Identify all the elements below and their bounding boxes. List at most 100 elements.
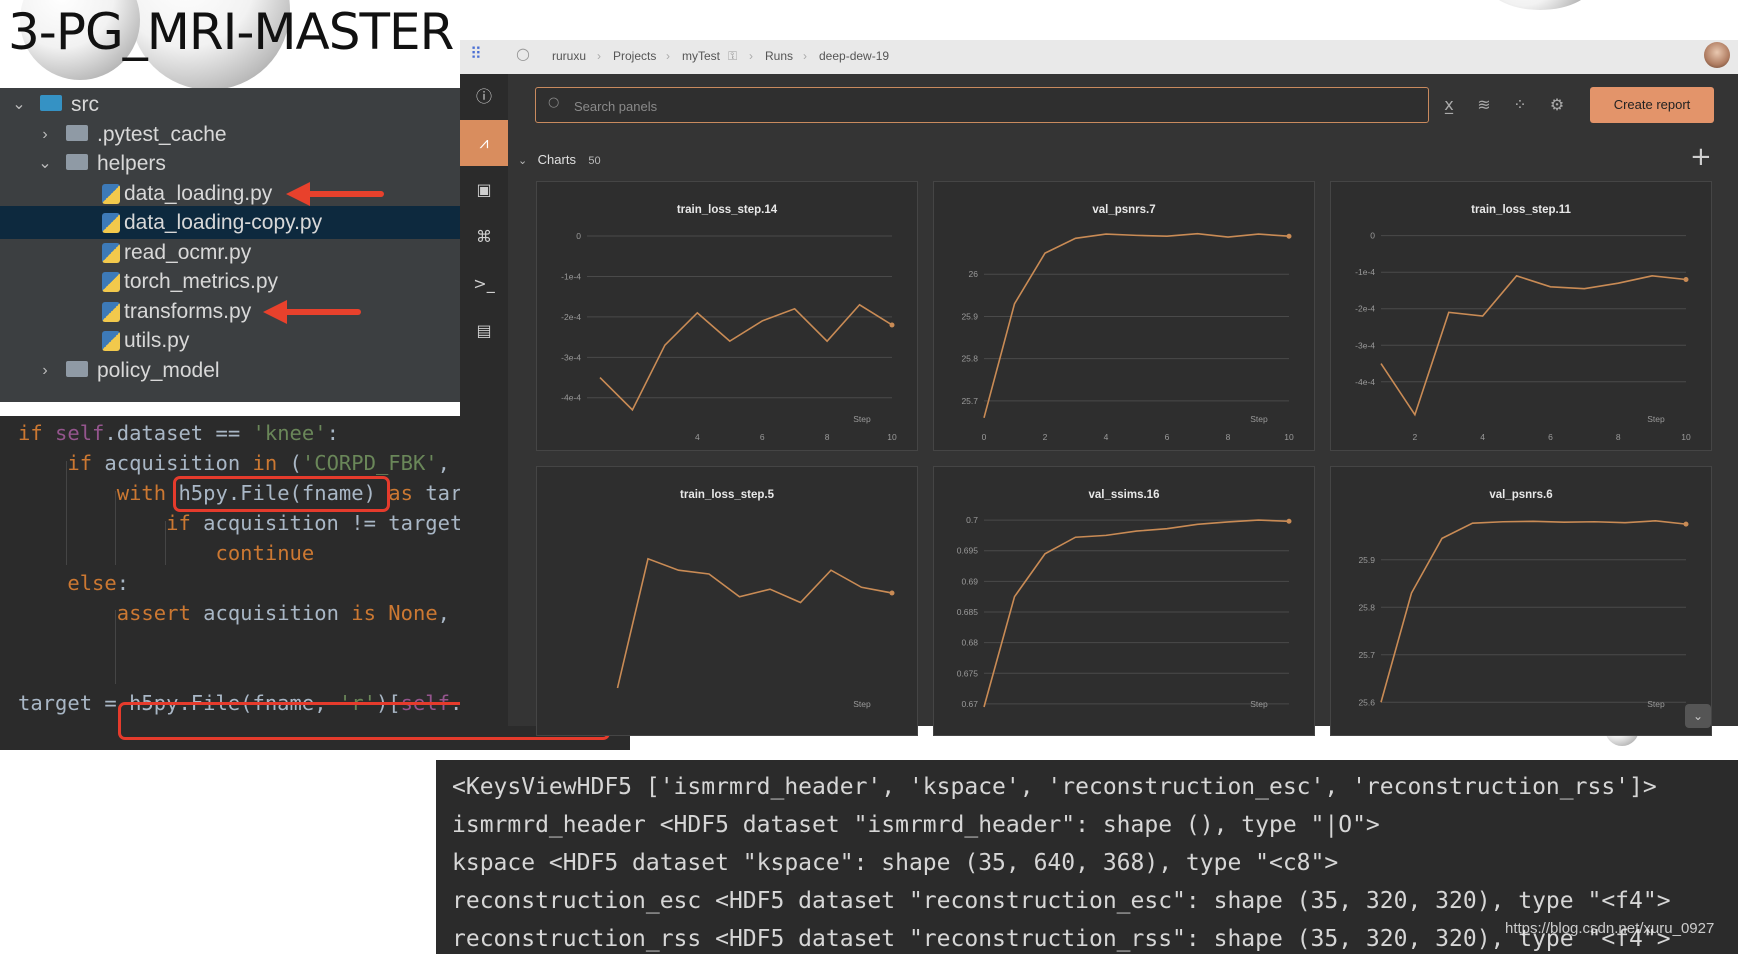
series-line	[616, 557, 893, 689]
y-tick-label: 25.6	[1358, 697, 1375, 707]
charts-section-label: Charts	[537, 152, 576, 167]
chart-plot: 0 -1e-4 -2e-4 -3e-4 -4e-4 4 6 8 10 Step	[561, 231, 897, 442]
search-icon[interactable]: ○	[516, 44, 530, 63]
search-panels-input[interactable]	[572, 94, 1376, 118]
code-token: 'knee'	[252, 421, 327, 445]
x-tick-label: 2	[1413, 432, 1418, 442]
y-tick-label: -3e-4	[1355, 340, 1375, 350]
scroll-down-icon[interactable]: ⌄	[1685, 704, 1711, 728]
y-tick-label: 25.8	[1358, 602, 1375, 612]
breadcrumb-item[interactable]: ruruxu	[552, 49, 586, 63]
create-report-button[interactable]: Create report	[1590, 87, 1714, 123]
x-tick-label: 8	[1616, 432, 1621, 442]
files-icon[interactable]: ▤	[460, 308, 508, 354]
code-token: in	[252, 451, 290, 475]
x-axis-label: Step	[1647, 699, 1665, 709]
tree-item-label: policy_model	[97, 358, 220, 382]
x-axis-settings-icon[interactable]: x̲	[1437, 93, 1461, 117]
system-chip-icon[interactable]: ▣	[460, 167, 508, 213]
code-token: :	[116, 571, 130, 595]
series-line	[983, 232, 1290, 418]
tree-file[interactable]: torch_metrics.py	[0, 265, 460, 298]
chart-plot: 0 -1e-4 -2e-4 -3e-4 -4e-4 2 4 6 8 10 Step	[1355, 231, 1691, 442]
settings-gear-icon[interactable]: ⚙	[1545, 93, 1569, 117]
apps-grid-icon[interactable]: ⠿	[470, 44, 482, 63]
highlight-box	[173, 476, 390, 512]
breadcrumb-item[interactable]: Projects	[613, 49, 656, 63]
info-icon[interactable]: ⓘ	[460, 74, 508, 120]
chart-panel[interactable]: train_loss_step.14 0 -1e-4 -2e-4 -3e-4 -4e-4 4…	[536, 181, 918, 451]
code-token: else	[67, 571, 117, 595]
user-avatar[interactable]	[1704, 42, 1730, 68]
y-tick-label: 0.685	[957, 607, 979, 617]
tree-item-label: torch_metrics.py	[124, 270, 279, 293]
chart-panel[interactable]: train_loss_step.5 Step	[536, 466, 918, 736]
add-panel-icon[interactable]: +	[1690, 144, 1712, 170]
logs-terminal-icon[interactable]: >_	[460, 261, 508, 307]
search-panels-box[interactable]: ○	[535, 87, 1429, 123]
code-line: if self.dataset == 'knee':	[18, 418, 339, 448]
x-tick-label: 6	[1548, 432, 1553, 442]
y-tick-label: 0.7	[966, 515, 978, 525]
smoothing-icon[interactable]: ≋	[1472, 93, 1496, 117]
tree-file[interactable]: utils.py	[0, 324, 460, 357]
terminal-line: <KeysViewHDF5 ['ismrmrd_header', 'kspace…	[452, 774, 1657, 800]
x-tick-label: 4	[695, 432, 700, 442]
chevron-right-icon[interactable]: ›	[34, 118, 56, 151]
python-file-icon	[102, 213, 120, 233]
annotation-arrow	[262, 299, 361, 324]
chart-plot: 26 25.9 25.8 25.7 0 2 4 6 8 10 Step	[961, 232, 1294, 442]
tree-folder[interactable]: › policy_model	[0, 354, 460, 387]
y-tick-label: 25.9	[961, 311, 978, 321]
tree-file[interactable]: data_loading.py	[0, 177, 460, 210]
y-tick-label: 0.69	[961, 576, 978, 586]
decorative-bubble	[1485, 0, 1595, 10]
code-token: continue	[215, 541, 315, 565]
y-tick-label: 25.8	[961, 354, 978, 364]
chevron-down-icon[interactable]: ⌄	[34, 147, 56, 180]
breadcrumb-item[interactable]: Runs	[765, 49, 793, 63]
charts-icon[interactable]: ⩘	[460, 120, 508, 166]
tree-file[interactable]: read_ocmr.py	[0, 236, 460, 269]
tree-file[interactable]: data_loading-copy.py	[0, 206, 460, 239]
tree-file[interactable]: transforms.py	[0, 295, 460, 328]
outliers-icon[interactable]: ⁘	[1508, 93, 1532, 117]
chart-panel[interactable]: val_psnrs.7 26 25.9 25.8 25.7 0 2 4 6 8 10 Step	[933, 181, 1315, 451]
charts-section-header[interactable]: ⌄ Charts 50	[518, 151, 601, 171]
code-token: if	[18, 421, 56, 445]
code-token: acquisition	[104, 451, 253, 475]
chart-panel[interactable]: val_ssims.16 0.7 0.695 0.69 0.685 0.68 0.675 0.…	[933, 466, 1315, 736]
chevron-down-icon[interactable]: ⌄	[518, 155, 527, 167]
wandb-side-rail: ⓘ ⩘ ▣ ⌘ >_ ▤	[460, 74, 508, 726]
x-tick-label: 10	[1284, 432, 1294, 442]
breadcrumb-item[interactable]: myTest	[682, 49, 720, 63]
chevron-right-icon[interactable]: ›	[34, 354, 56, 387]
model-graph-icon[interactable]: ⌘	[460, 214, 508, 260]
chevron-down-icon[interactable]: ⌄	[8, 88, 30, 121]
chart-panel[interactable]: val_psnrs.6 25.9 25.8 25.7 25.6 Step	[1330, 466, 1712, 736]
last-point	[1683, 521, 1689, 527]
last-point	[1286, 233, 1292, 239]
code-token: :	[326, 421, 339, 445]
last-point	[889, 590, 895, 596]
tree-folder[interactable]: ⌄ src	[0, 88, 460, 121]
breadcrumb-item[interactable]: deep-dew-19	[819, 49, 889, 63]
tree-item-label: transforms.py	[124, 299, 252, 323]
search-icon: ○	[548, 95, 560, 110]
terminal-line: ismrmrd_header <HDF5 dataset "ismrmrd_he…	[452, 812, 1380, 838]
x-tick-label: 10	[887, 432, 897, 442]
y-tick-label: 26	[969, 269, 979, 279]
wandb-top-bar: ⠿ ○ ruruxu › Projects › myTest › ⚿ Runs › deep-de…	[460, 40, 1738, 74]
tree-folder[interactable]: › .pytest_cache	[0, 118, 460, 151]
tree-item-label: data_loading-copy.py	[124, 211, 323, 234]
series-line	[983, 519, 1290, 708]
chart-panel[interactable]: train_loss_step.11 0 -1e-4 -2e-4 -3e-4 -4e-4 2…	[1330, 181, 1712, 451]
tree-folder[interactable]: ⌄ helpers	[0, 147, 460, 180]
last-point	[1683, 277, 1689, 282]
chart-plot: 0.7 0.695 0.69 0.685 0.68 0.675 0.67 Step	[957, 515, 1292, 709]
